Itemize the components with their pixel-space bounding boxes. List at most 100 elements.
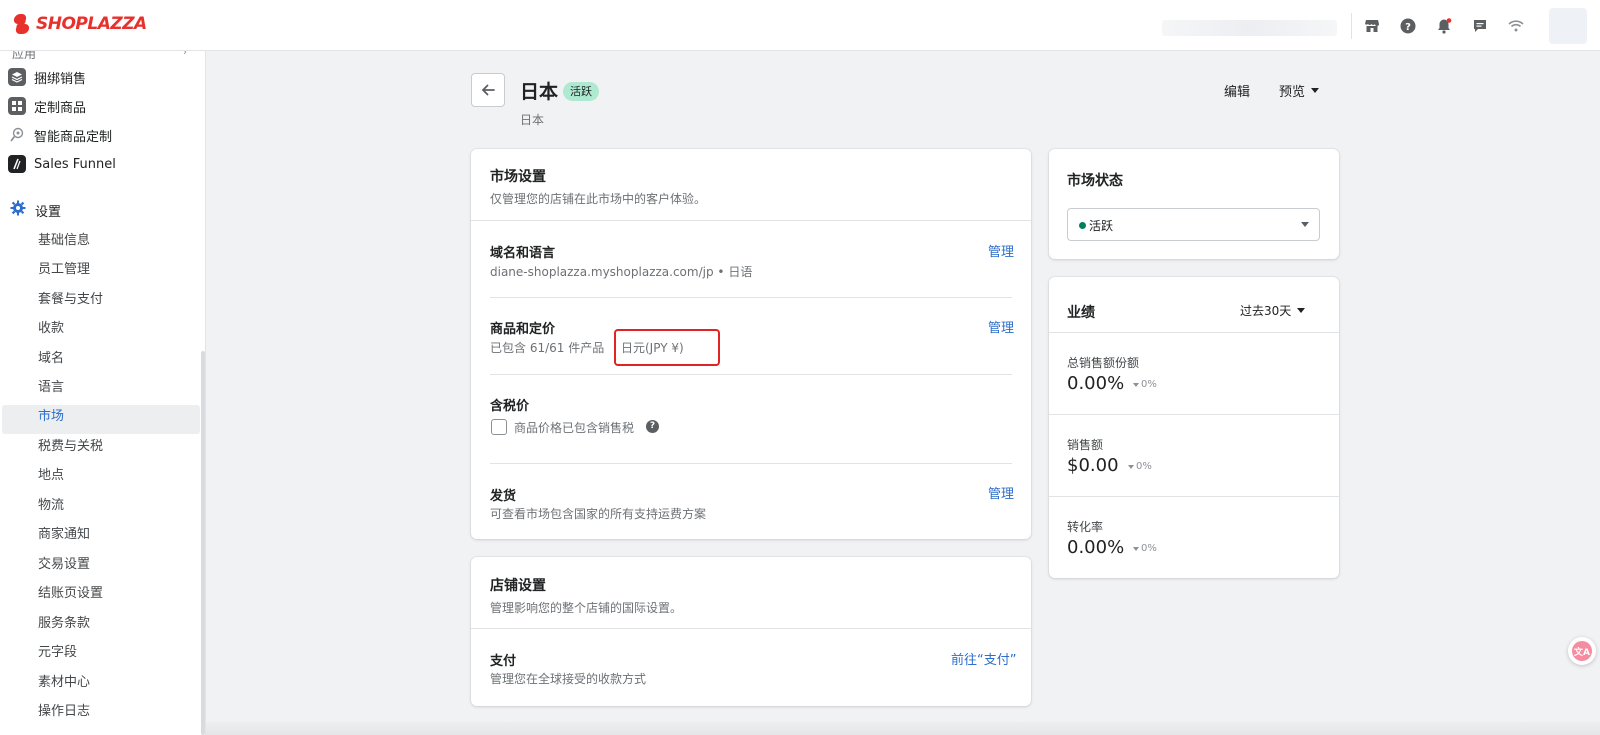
sidebar-item-languages[interactable]: 语言 [38,376,64,395]
svg-text:?: ? [1405,22,1411,33]
metric-delta-conversion: 0% [1133,543,1157,554]
domain-language-detail: diane-shoplazza.myshoplazza.com/jp • 日语 [490,263,752,280]
caret-down-icon [1133,546,1139,551]
divider [490,463,1012,464]
sidebar-item-taxes[interactable]: 税费与关税 [38,435,103,454]
products-pricing-title: 商品和定价 [490,322,556,337]
domain-url: diane-shoplazza.myshoplazza.com/jp [490,265,714,279]
sidebar-item-checkout-page[interactable]: 结账页设置 [38,582,103,601]
sidebar-item-bundle[interactable]: 捆绑销售 [8,65,86,89]
translate-icon: 文A [1572,641,1592,661]
divider [490,297,1012,298]
translate-button[interactable]: 文A [1568,637,1596,665]
performance-title: 业绩 [1067,305,1095,321]
bundle-icon [8,68,26,86]
sidebar-item-smart-custom[interactable]: 智能商品定制 [8,123,112,147]
metric-delta-sales: 0% [1128,461,1152,472]
store-settings-description: 管理影响您的整个店铺的国际设置。 [490,601,683,615]
preview-button[interactable]: 预览 [1279,81,1320,100]
custom-product-icon [8,97,26,115]
payment-description: 管理您在全球接受的收款方式 [490,672,647,686]
sidebar-item-label: 定制商品 [34,100,87,116]
market-status-select[interactable]: 活跃 [1067,208,1320,241]
page-subtitle: 日本 [520,113,545,127]
tax-included-checkbox[interactable] [491,419,507,435]
sidebar-item-notifications[interactable]: 商家通知 [38,523,90,542]
metric-value-conversion: 0.00% [1067,537,1125,558]
sidebar-item-staff[interactable]: 员工管理 [38,258,90,277]
metric-label-sales: 销售额 [1067,438,1104,452]
sidebar-item-metafields[interactable]: 元字段 [38,641,77,660]
market-settings-title: 市场设置 [490,169,546,185]
sidebar-item-basic-info[interactable]: 基础信息 [38,229,90,248]
sidebar-item-domains[interactable]: 域名 [38,347,64,366]
domain-language: 日语 [728,265,753,279]
sidebar-section-apps[interactable]: 应用 [12,51,36,62]
divider [471,220,1031,221]
question-icon[interactable]: ? [646,420,659,433]
shoplazza-logo[interactable]: SHOPLAZZA [12,13,147,35]
shipping-title: 发货 [490,489,517,504]
sidebar-item-settings[interactable]: 设置 [10,200,61,220]
store-icon[interactable] [1362,16,1382,36]
market-status-title: 市场状态 [1067,173,1123,189]
manage-products-link[interactable]: 管理 [988,317,1014,336]
sidebar-item-activity-log[interactable]: 操作日志 [38,700,90,719]
bell-icon[interactable] [1434,16,1454,36]
sidebar-scrollbar[interactable] [201,351,205,735]
metric-label-sales-share: 总销售额份额 [1067,356,1140,370]
sidebar-item-policies[interactable]: 服务条款 [38,612,90,631]
manage-domain-link[interactable]: 管理 [988,241,1014,260]
help-icon[interactable]: ? [1398,16,1418,36]
tax-inclusive-title: 含税价 [490,399,530,414]
sidebar-item-checkout-settings[interactable]: 交易设置 [38,553,90,572]
edit-button[interactable]: 编辑 [1224,81,1250,100]
wifi-icon[interactable] [1506,16,1526,36]
go-to-payments-link[interactable]: 前往“支付” [951,649,1016,668]
sidebar-item-sales-funnel[interactable]: Sales Funnel [8,152,116,176]
arrow-left-icon [481,84,495,96]
metric-label-conversion: 转化率 [1067,520,1104,534]
products-included: 已包含 61/61 件产品 [490,341,605,355]
tax-included-label[interactable]: 商品价格已包含销售税 [514,419,634,436]
sidebar-item-markets[interactable]: 市场 [38,405,64,424]
payment-title: 支付 [490,654,517,669]
currency-value: 日元(JPY ¥) [621,341,684,355]
store-settings-title: 店铺设置 [490,578,546,594]
market-status-card [1049,149,1339,259]
sidebar-item-label: Sales Funnel [34,156,116,172]
bottom-shade [206,722,1600,735]
preview-label: 预览 [1279,85,1306,100]
smart-custom-icon [8,126,26,144]
sidebar-item-custom-product[interactable]: 定制商品 [8,94,86,118]
shoplazza-logo-icon [12,13,32,35]
sidebar-item-locations[interactable]: 地点 [38,464,64,483]
separator-dot: • [717,265,725,279]
funnel-icon [8,155,26,173]
status-badge: 活跃 [563,82,599,101]
caret-down-icon [1128,464,1134,469]
manage-shipping-link[interactable]: 管理 [988,483,1014,502]
sidebar-item-files[interactable]: 素材中心 [38,671,90,690]
sidebar-item-payments[interactable]: 收款 [38,317,64,336]
back-button[interactable] [471,73,505,107]
chat-icon[interactable] [1470,16,1490,36]
status-dot-icon [1079,222,1086,229]
avatar[interactable] [1549,8,1587,44]
sidebar-item-label: 智能商品定制 [34,129,113,145]
sidebar-item-shipping[interactable]: 物流 [38,494,64,513]
sidebar-active-highlight [2,405,200,434]
divider [1049,414,1339,415]
sidebar: 应用 › 捆绑销售 定制商品 智能商品定制 Sales Funnel 设置 基础… [0,51,206,735]
caret-down-icon [1311,88,1320,93]
blurred-store-name [1162,20,1337,36]
chevron-down-icon[interactable]: › [183,51,187,58]
sidebar-item-plans[interactable]: 套餐与支付 [38,288,103,307]
period-selector[interactable]: 过去30天 [1240,302,1306,319]
domain-language-title: 域名和语言 [490,246,556,261]
top-bar: SHOPLAZZA ? [0,0,1600,51]
divider [471,628,1031,629]
period-label: 过去30天 [1240,304,1292,318]
divider [1049,332,1339,333]
divider [490,374,1012,375]
